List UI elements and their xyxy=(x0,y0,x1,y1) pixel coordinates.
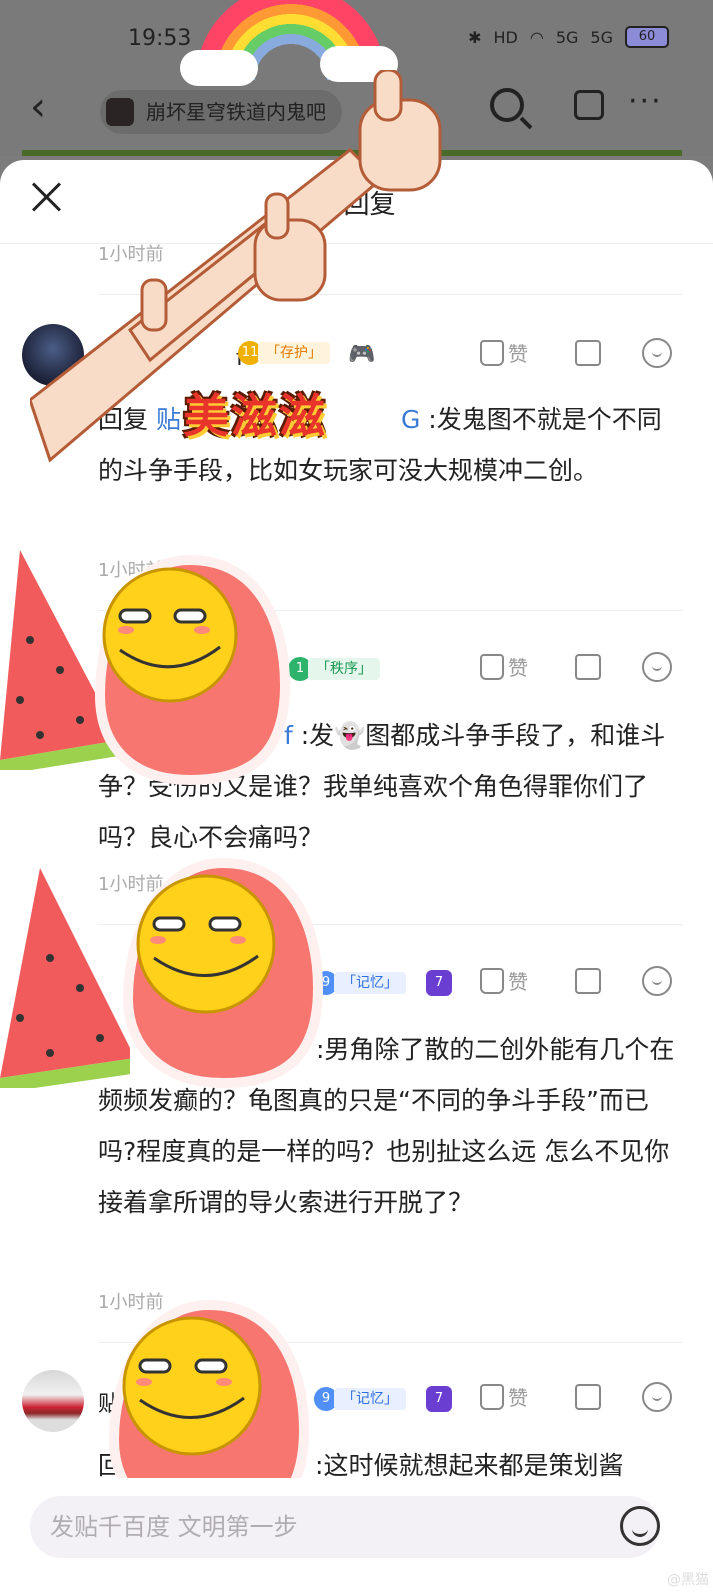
like-button[interactable]: 赞 xyxy=(480,1382,528,1411)
dislike-icon[interactable] xyxy=(575,654,601,680)
mention-link[interactable]: f xyxy=(284,721,293,750)
forum-name: 崩坏星穹铁道内鬼吧 xyxy=(146,100,326,124)
level-badge[interactable]: 9 「记忆」 xyxy=(314,970,406,996)
level-badge[interactable]: 9 「记忆」 xyxy=(314,1386,406,1412)
avatar[interactable] xyxy=(22,324,84,386)
forum-title-chip[interactable]: 崩坏星穹铁道内鬼吧 xyxy=(100,90,342,134)
divider xyxy=(98,924,683,925)
more-icon[interactable]: ··· xyxy=(628,84,663,119)
comment-actions: 赞 xyxy=(480,966,680,1000)
like-button[interactable]: 赞 xyxy=(480,338,528,367)
timestamp: 1小时前 xyxy=(98,1292,164,1313)
search-icon[interactable] xyxy=(490,88,524,122)
like-button[interactable]: 赞 xyxy=(480,966,528,995)
mention-link[interactable]: 贴G xyxy=(156,405,420,434)
gamepad-icon: 🎮 xyxy=(348,342,376,367)
thumbs-up-icon xyxy=(480,339,504,366)
comment-body: f :发👻图都成斗争手段了，和谁斗争？受伤的又是谁？我单纯喜欢个角色得罪你们了吗… xyxy=(98,721,666,852)
comment-input[interactable]: 发贴千百度 文明第一步 xyxy=(30,1496,660,1558)
timestamp: 1小时前 xyxy=(98,244,164,265)
level-badge[interactable]: 11 「存护」 xyxy=(238,340,330,366)
wifi-icon: ◠ xyxy=(529,27,544,47)
banner-strip xyxy=(22,150,682,156)
comment-body: 回复 贴G :发鬼图不就是个不同的斗争手段，比如女玩家可没大规模冲二创。 xyxy=(98,405,662,485)
status-bar: 19:53 ✱ HD ◠ 5G 5G 60 xyxy=(0,0,713,80)
thumbs-up-icon xyxy=(480,653,504,680)
reply-icon[interactable] xyxy=(642,338,672,368)
dislike-icon[interactable] xyxy=(575,1384,601,1410)
watermark: @黑猫 xyxy=(667,1572,709,1588)
edit-icon[interactable] xyxy=(574,90,604,120)
avatar[interactable] xyxy=(22,1370,84,1432)
timestamp: 1小时前 xyxy=(98,560,164,581)
pin-badge: 7 xyxy=(426,1386,452,1412)
hd-icon: HD xyxy=(493,27,518,47)
top-nav: ‹ 崩坏星穹铁道内鬼吧 ··· xyxy=(0,80,713,156)
comment-actions: 赞 xyxy=(480,1382,680,1416)
level-badge[interactable]: 1 「秩序」 xyxy=(288,656,380,682)
username[interactable]: 贴.. xyxy=(98,1386,294,1418)
sheet-title: 的回复 xyxy=(317,190,396,220)
like-button[interactable]: 赞 xyxy=(480,652,528,681)
thumbs-up-icon xyxy=(480,1383,504,1410)
replies-sheet: 的回复 1小时前 狼f 11 「存护」 🎮 赞 回复 贴G :发鬼图不就是个不同… xyxy=(0,160,713,1593)
compose-bar: 发贴千百度 文明第一步 @黑猫 xyxy=(0,1478,713,1593)
emoji-icon[interactable] xyxy=(620,1506,660,1546)
dislike-icon[interactable] xyxy=(575,340,601,366)
sheet-header: 的回复 xyxy=(0,160,713,244)
reply-icon[interactable] xyxy=(642,1382,672,1412)
signal-icon: 5G xyxy=(555,27,579,47)
reply-icon[interactable] xyxy=(642,652,672,682)
timestamp: 1小时前 xyxy=(98,874,164,895)
bluetooth-icon: ✱ xyxy=(468,27,482,47)
divider xyxy=(98,294,683,295)
signal-icon-2: 5G xyxy=(590,27,613,47)
forum-logo xyxy=(106,98,134,126)
reply-icon[interactable] xyxy=(642,966,672,996)
pin-badge: 7 xyxy=(426,970,452,996)
battery-icon: 60 xyxy=(625,26,669,48)
status-time: 19:53 xyxy=(128,26,192,51)
thumbs-up-icon xyxy=(480,967,504,994)
comment-actions: 赞 xyxy=(480,338,680,372)
comment-body: :男角除了散的二创外能有几个在频频发癫的？龟图真的只是“不同的争斗手段”而已吗?… xyxy=(98,1035,675,1217)
status-icons: ✱ HD ◠ 5G 5G 60 xyxy=(468,26,669,48)
dislike-icon[interactable] xyxy=(575,968,601,994)
divider xyxy=(98,610,683,611)
back-icon[interactable]: ‹ xyxy=(30,84,46,130)
comment-actions: 赞 xyxy=(480,652,680,686)
divider xyxy=(98,1342,683,1343)
username[interactable]: 狼f xyxy=(98,340,244,372)
